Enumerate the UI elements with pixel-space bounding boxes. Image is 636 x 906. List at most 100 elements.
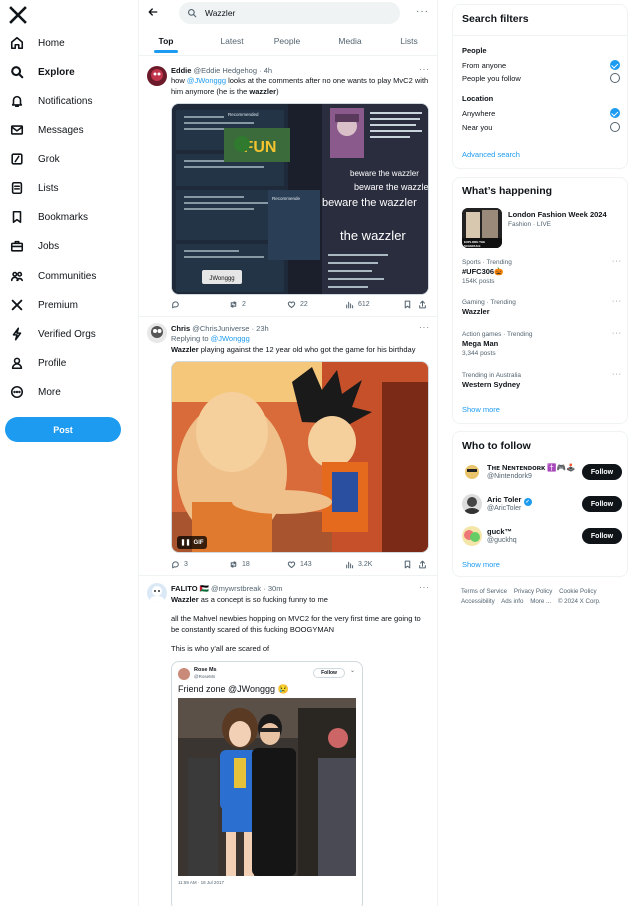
- avatar[interactable]: [147, 583, 167, 603]
- trend-more-icon[interactable]: ···: [612, 298, 622, 305]
- tab-media[interactable]: Media: [329, 27, 371, 55]
- left-navigation: Home Explore Notifications Messages Grok…: [0, 0, 138, 906]
- trend-more-icon[interactable]: ···: [612, 371, 622, 378]
- filter-option-anywhere[interactable]: Anywhere: [462, 107, 620, 119]
- quoted-tweet-image[interactable]: Rose Ms @RoseMs Follow ⌄ Friend zone @JW…: [171, 661, 363, 906]
- nav-notifications[interactable]: Notifications: [5, 90, 125, 112]
- mention-link[interactable]: @JWonggg: [211, 334, 250, 343]
- follow-button[interactable]: Follow: [582, 528, 622, 544]
- like-button[interactable]: 22: [287, 300, 308, 309]
- nav-messages[interactable]: Messages: [5, 119, 125, 141]
- radio-unselected[interactable]: [610, 73, 620, 83]
- repost-button[interactable]: 2: [229, 300, 246, 309]
- nav-verified-orgs[interactable]: Verified Orgs: [5, 323, 125, 345]
- filter-option-near-you[interactable]: Near you: [462, 121, 620, 133]
- share-button[interactable]: [418, 300, 427, 309]
- tweet-time[interactable]: · 30m: [263, 584, 282, 593]
- show-more-link[interactable]: Show more: [462, 560, 500, 569]
- tweet-more-icon[interactable]: ···: [419, 65, 430, 74]
- event-meta: Fashion · LIVE: [508, 221, 551, 228]
- author-handle[interactable]: @ChrisJuniverse: [192, 324, 249, 333]
- author-handle[interactable]: @Eddie Hedgehog: [194, 66, 258, 75]
- trend-item[interactable]: Gaming · Trending Wazzler ···: [462, 298, 622, 317]
- radio-unselected[interactable]: [610, 122, 620, 132]
- search-box[interactable]: [179, 2, 400, 24]
- tweet-image[interactable]: JWonggg Recommended FUN Recommende bewar…: [171, 103, 429, 295]
- avatar[interactable]: [147, 66, 167, 86]
- follow-suggestion[interactable]: Aric Toler ✓ @AricToler Follow: [462, 492, 622, 516]
- trend-item[interactable]: Sports · Trending #UFC306🎃 154K posts ··…: [462, 258, 622, 286]
- advanced-search-link[interactable]: Advanced search: [462, 150, 520, 159]
- show-more-link[interactable]: Show more: [462, 405, 500, 414]
- search-input[interactable]: [205, 8, 385, 18]
- trend-more-icon[interactable]: ···: [612, 330, 622, 337]
- filter-option-from-anyone[interactable]: From anyone: [462, 59, 620, 71]
- like-button[interactable]: 143: [287, 560, 312, 569]
- avatar[interactable]: [462, 526, 482, 546]
- nav-explore[interactable]: Explore: [5, 61, 125, 83]
- share-button[interactable]: [418, 560, 427, 569]
- x-logo-icon[interactable]: [8, 5, 28, 25]
- tweet[interactable]: FALITO 🇵🇸 @mywrstbreak · 30m ··· Wazzler…: [139, 577, 437, 906]
- nav-grok[interactable]: Grok: [5, 148, 125, 170]
- bookmark-button[interactable]: [403, 560, 412, 569]
- follow-suggestion[interactable]: guck™ @guckhq Follow: [462, 524, 622, 548]
- trend-item[interactable]: Trending in Australia Western Sydney ···: [462, 371, 622, 390]
- mention-link[interactable]: @JWonggg: [187, 76, 226, 85]
- tab-latest[interactable]: Latest: [209, 27, 255, 55]
- footer-link[interactable]: Ads info: [501, 598, 523, 605]
- tweet-more-icon[interactable]: ···: [419, 583, 430, 592]
- filter-option-people-you-follow[interactable]: People you follow: [462, 72, 620, 84]
- follow-button[interactable]: Follow: [582, 464, 622, 480]
- more-options-icon[interactable]: ···: [416, 6, 429, 17]
- nav-jobs[interactable]: Jobs: [5, 235, 125, 257]
- trend-count: 3,344 posts: [462, 350, 496, 357]
- nav-bookmarks[interactable]: Bookmarks: [5, 206, 125, 228]
- tweet-time[interactable]: · 4h: [259, 66, 272, 75]
- follow-suggestion[interactable]: Tʜᴇ Nᴇɴᴛᴇɴᴅᴏʀᴋ ✝️🎮🕹️ @Nintendork9 Follow: [462, 460, 622, 484]
- tweet-more-icon[interactable]: ···: [419, 323, 430, 332]
- nav-profile[interactable]: Profile: [5, 352, 125, 374]
- radio-selected[interactable]: [610, 108, 620, 118]
- reply-button[interactable]: 3: [171, 560, 188, 569]
- bookmark-button[interactable]: [403, 300, 412, 309]
- author-name[interactable]: Chris: [171, 324, 190, 333]
- nav-communities[interactable]: Communities: [5, 265, 125, 287]
- reply-button[interactable]: [171, 300, 184, 309]
- footer-link[interactable]: Privacy Policy: [514, 588, 553, 595]
- footer-link[interactable]: Accessibility: [461, 598, 495, 605]
- footer-link[interactable]: Cookie Policy: [559, 588, 597, 595]
- avatar[interactable]: [462, 462, 482, 482]
- gif-badge[interactable]: ❚❚ GIF: [177, 536, 207, 549]
- account-handle: @guckhq: [487, 537, 517, 544]
- footer-link[interactable]: Terms of Service: [461, 588, 507, 595]
- trend-category: Gaming · Trending: [462, 299, 516, 306]
- nav-more[interactable]: More: [5, 381, 125, 403]
- post-button[interactable]: Post: [5, 417, 121, 442]
- tab-lists[interactable]: Lists: [389, 27, 429, 55]
- tweet[interactable]: Chris @ChrisJuniverse · 23h ··· Replying…: [139, 318, 437, 576]
- trend-more-icon[interactable]: ···: [612, 258, 622, 265]
- event-title[interactable]: London Fashion Week 2024: [508, 210, 607, 219]
- avatar[interactable]: [147, 323, 167, 343]
- tweet-gif[interactable]: ❚❚ GIF: [171, 361, 429, 553]
- nav-home[interactable]: Home: [5, 32, 125, 54]
- follow-button[interactable]: Follow: [582, 496, 622, 512]
- author-name[interactable]: Eddie: [171, 66, 191, 75]
- event-thumbnail[interactable]: EXPLORE THE SCHEDULE: [462, 208, 502, 248]
- tweet[interactable]: Eddie @Eddie Hedgehog · 4h ··· how @JWon…: [139, 57, 437, 317]
- radio-selected[interactable]: [610, 60, 620, 70]
- footer-link[interactable]: More ...: [530, 598, 551, 605]
- views-button[interactable]: 612: [345, 300, 370, 309]
- back-arrow-icon[interactable]: [147, 6, 161, 20]
- tab-people[interactable]: People: [267, 27, 307, 55]
- repost-button[interactable]: 18: [229, 560, 250, 569]
- views-button[interactable]: 3.2K: [345, 560, 372, 569]
- trend-item[interactable]: Action games · Trending Mega Man 3,344 p…: [462, 330, 622, 358]
- author-handle[interactable]: @mywrstbreak: [211, 584, 261, 593]
- avatar[interactable]: [462, 494, 482, 514]
- tweet-time[interactable]: · 23h: [252, 324, 269, 333]
- nav-lists[interactable]: Lists: [5, 177, 125, 199]
- author-name[interactable]: FALITO 🇵🇸: [171, 584, 209, 593]
- nav-premium[interactable]: Premium: [5, 294, 125, 316]
